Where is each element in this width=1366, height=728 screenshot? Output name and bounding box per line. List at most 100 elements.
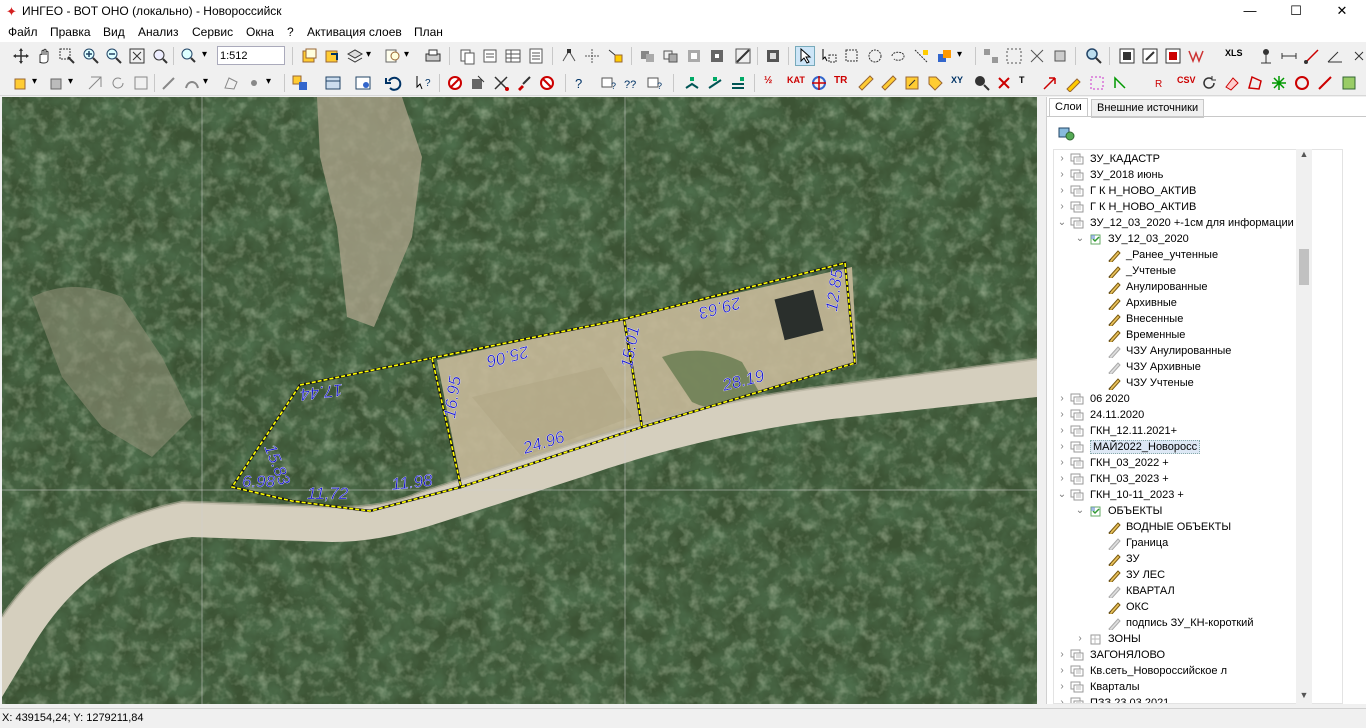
delete-layer-icon[interactable] [469,74,487,92]
circle-red-icon[interactable] [1293,74,1311,92]
style-picker-icon[interactable] [935,47,953,65]
chevrons-icon[interactable] [1187,47,1205,65]
properties-window-icon[interactable] [354,74,372,92]
measure-angle-icon[interactable] [1326,47,1344,65]
layers-scrollbar[interactable]: ▲ ▼ [1296,149,1312,704]
chevron-down-icon[interactable]: ▾ [957,49,962,60]
maximize-button[interactable]: ☐ [1273,0,1319,23]
query-table-icon[interactable]: ? [600,74,618,92]
draw-poly-icon[interactable] [222,74,240,92]
more-tools-icon[interactable] [1350,47,1366,65]
chevron-down-icon[interactable]: ▾ [68,76,73,87]
angle-label-icon[interactable]: ½ [764,75,772,86]
move-node-icon[interactable] [86,74,104,92]
red-arrow-icon[interactable] [1041,74,1059,92]
layers-stack-icon[interactable] [346,47,364,65]
query-icon[interactable]: ? [573,74,591,92]
rotate-node-icon[interactable] [109,74,127,92]
select-polygon-icon[interactable] [820,47,838,65]
chevron-down-icon[interactable]: ⌄ [1074,233,1086,245]
refresh-icon[interactable] [1200,74,1218,92]
chevron-right-icon[interactable]: › [1056,649,1068,661]
table-icon[interactable] [504,47,522,65]
chevron-down-icon[interactable]: ▾ [32,76,37,87]
chevron-right-icon[interactable]: › [1056,201,1068,213]
cut-line-icon[interactable] [734,47,752,65]
layer-frame-icon[interactable] [764,47,782,65]
scale-node-icon[interactable] [132,74,150,92]
scroll-thumb[interactable] [1299,249,1309,285]
find-object-icon[interactable] [384,47,402,65]
tr-button[interactable]: TR [834,75,847,86]
zoom-out-icon[interactable] [105,47,123,65]
measure-icon[interactable] [1303,47,1321,65]
distance-icon[interactable] [1280,47,1298,65]
search-icon[interactable] [1085,47,1103,65]
chevron-right-icon[interactable]: › [1056,169,1068,181]
help-cursor-icon[interactable]: ? [414,74,432,92]
minimize-button[interactable]: — [1227,0,1273,23]
chevron-right-icon[interactable]: › [1056,409,1068,421]
menu-analysis[interactable]: Анализ [138,25,179,39]
pin-icon[interactable] [1257,47,1275,65]
select-arrow-icon[interactable] [795,46,815,66]
close-button[interactable]: ✕ [1319,0,1365,23]
kat-button[interactable]: KAT [787,75,805,85]
zoom-window-icon[interactable] [58,47,76,65]
grid-select-4-icon[interactable] [1051,47,1069,65]
chevron-right-icon[interactable]: › [1056,441,1068,453]
select-move-icon[interactable] [12,47,30,65]
chevron-right-icon[interactable]: › [1056,681,1068,693]
chevron-right-icon[interactable]: › [1056,457,1068,469]
chevron-right-icon[interactable]: › [1074,633,1086,645]
ruler-angle-icon[interactable] [880,74,898,92]
difference-icon[interactable] [708,47,726,65]
chevron-down-icon[interactable]: ⌄ [1056,489,1068,501]
props-icon[interactable] [1118,47,1136,65]
csv-export-button[interactable]: CSV [1177,75,1196,85]
layer-open-icon[interactable] [300,47,318,65]
tag-icon[interactable] [926,74,944,92]
highlighter-icon[interactable] [1064,74,1082,92]
map-view[interactable]: 6.98 11,72 11.98 15.83 17.44 16.95 25.06 24.96 1… [2,97,1037,704]
fill-green-icon[interactable] [1340,74,1358,92]
chevron-right-icon[interactable]: › [1056,665,1068,677]
chevron-down-icon[interactable]: ⌄ [1056,217,1068,229]
rotate-yellow-icon[interactable] [606,47,624,65]
delete-red-icon[interactable] [446,74,464,92]
chevron-down-icon[interactable]: ▾ [202,49,207,60]
zoom-extent-icon[interactable] [128,47,146,65]
tab-layers[interactable]: Слои [1049,98,1088,117]
line-red-icon[interactable] [1316,74,1334,92]
layers-settings-icon[interactable] [1057,124,1075,142]
find-black-icon[interactable] [973,74,991,92]
merge-icon[interactable] [639,47,657,65]
layer-save-icon[interactable] [323,47,341,65]
star-points-icon[interactable] [1270,74,1288,92]
cut-objects-icon[interactable] [492,74,510,92]
copy-attr-icon[interactable] [481,47,499,65]
xls-export-button[interactable]: XLS [1225,48,1243,58]
attribute-table-icon[interactable] [324,74,342,92]
xyz-icon[interactable]: XY [951,75,963,85]
menu-help[interactable]: ? [287,25,294,39]
map-canvas[interactable]: 6.9811,72 11.9815.8317.44 16.9525.0624.961… [2,97,1037,704]
note-icon[interactable] [903,74,921,92]
chevron-down-icon[interactable]: ▾ [366,49,371,60]
snap-grid-icon[interactable] [729,74,747,92]
undo-icon[interactable] [384,74,402,92]
menu-view[interactable]: Вид [103,25,125,39]
object-type-icon[interactable] [48,74,66,92]
select-lasso-icon[interactable] [889,47,907,65]
zoom-dropdown-icon[interactable] [180,47,198,65]
chevron-right-icon[interactable]: › [1056,393,1068,405]
clear-icon[interactable] [515,74,533,92]
green-arrow-icon[interactable] [1111,74,1129,92]
draw-line-icon[interactable] [160,74,178,92]
node-edit-icon[interactable] [560,47,578,65]
menu-service[interactable]: Сервис [192,25,233,39]
menu-windows[interactable]: Окна [246,25,274,39]
chevron-right-icon[interactable]: › [1056,473,1068,485]
menu-plan[interactable]: План [414,25,443,39]
menu-edit[interactable]: Правка [50,25,91,39]
